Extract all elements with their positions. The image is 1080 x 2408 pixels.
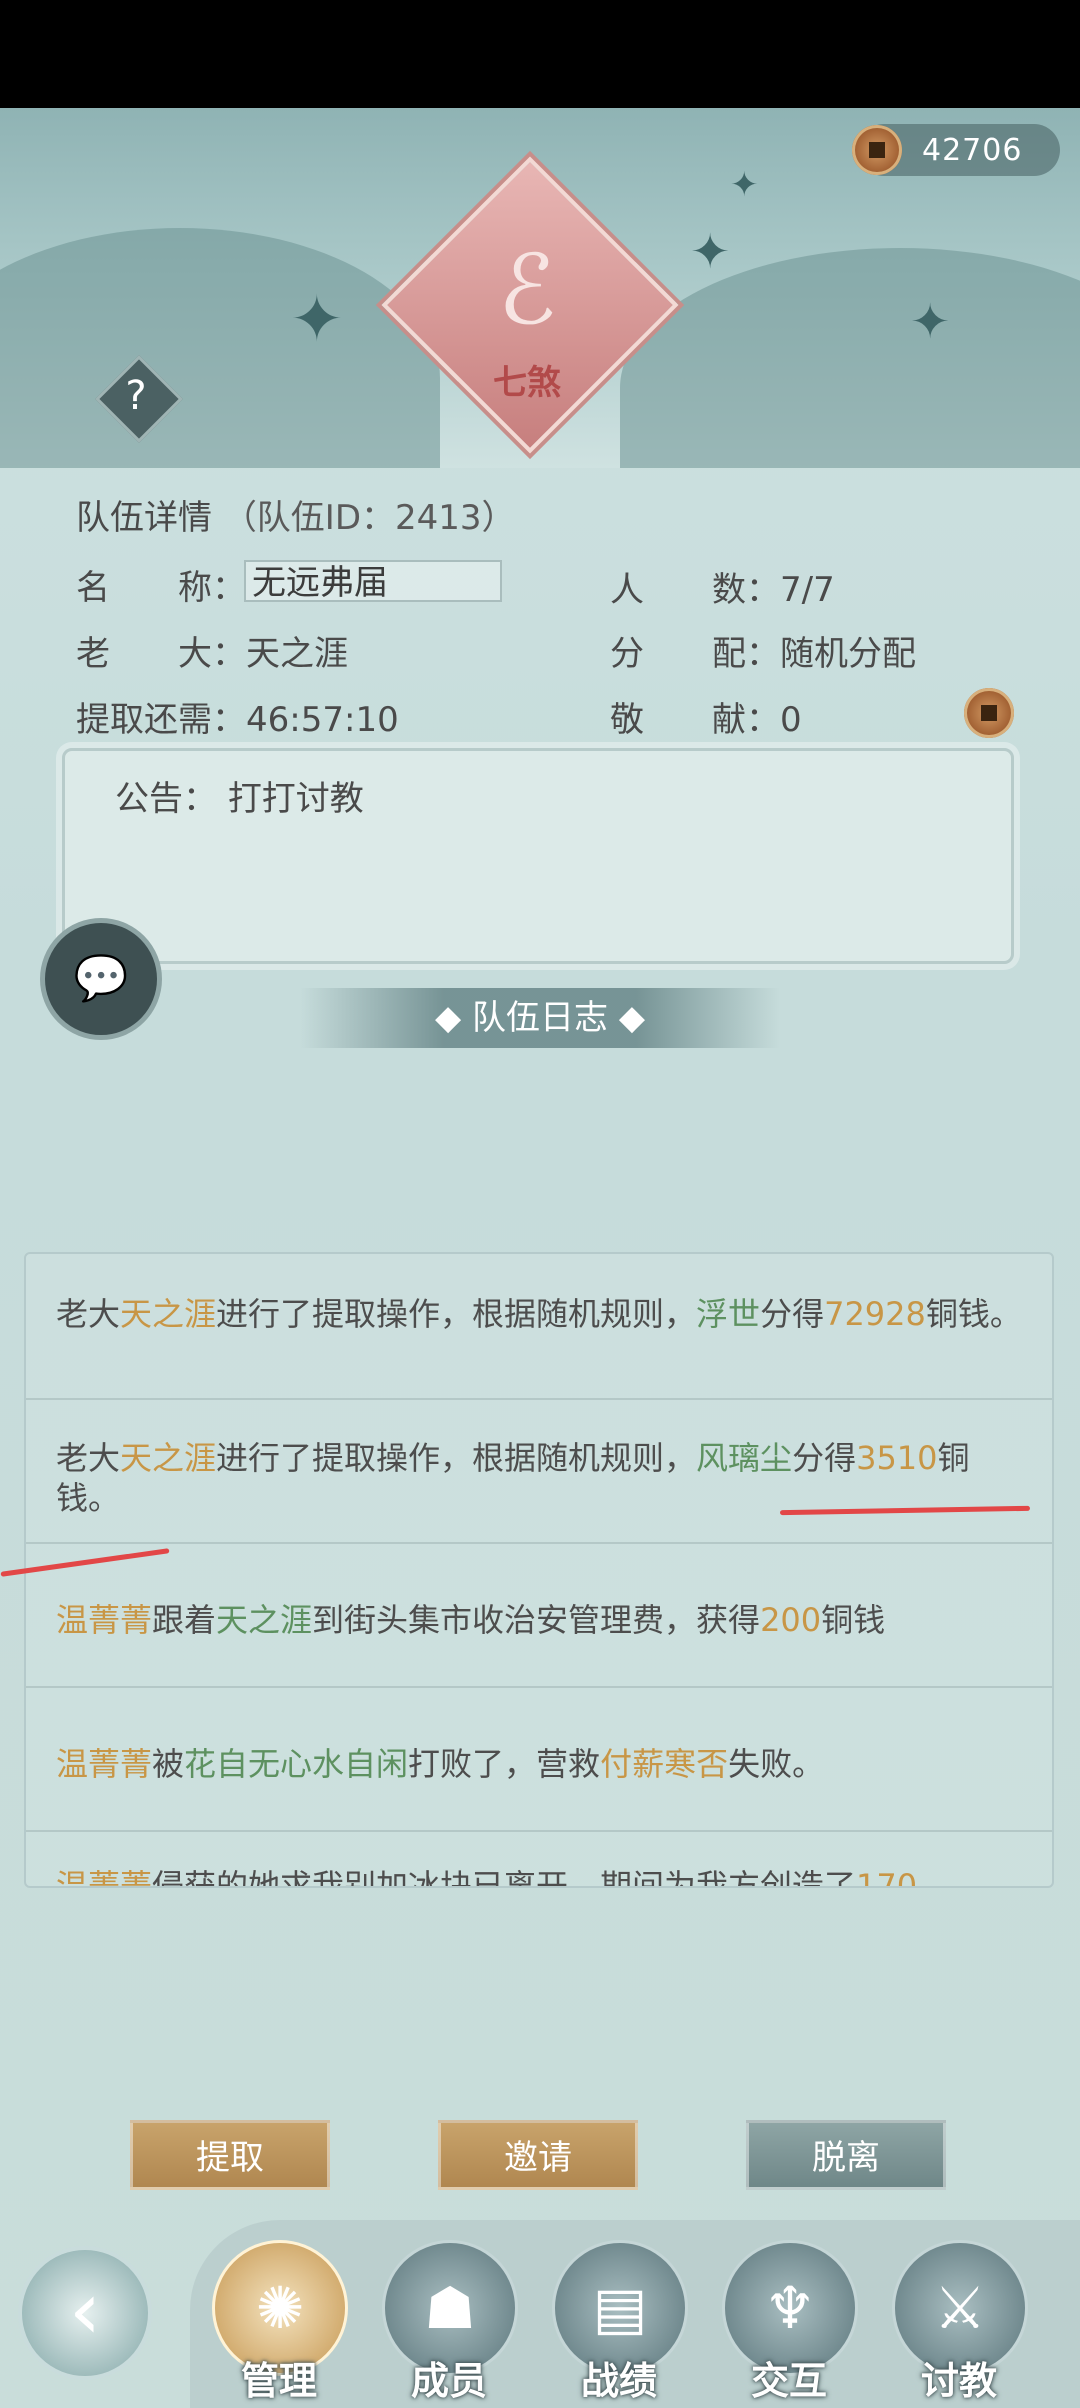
distribution-label: 分 配： (610, 634, 780, 674)
nav-label: 战绩 (580, 2358, 657, 2403)
log-text: 打败了，营救 (408, 1745, 601, 1783)
coin-amount: 3510 (856, 1439, 938, 1477)
distribution-row: 分 配：随机分配 (610, 626, 916, 675)
status-bar (0, 0, 1080, 108)
swallow-icon: ✦ (290, 283, 344, 357)
invite-button[interactable]: 邀请 (438, 2120, 638, 2190)
log-text: 分得 (792, 1439, 857, 1477)
swallow-icon: ✦ (690, 224, 731, 280)
back-arrow-icon: ‹ (69, 2264, 101, 2357)
coin-amount: 170 (856, 1867, 918, 1888)
page-title: 队伍详情 (76, 498, 212, 538)
player-name[interactable]: 温菁菁 (56, 1867, 152, 1886)
log-text: 到街头集市收治安管理费，获得 (312, 1601, 761, 1639)
nav-label: 讨教 (920, 2358, 997, 2403)
emblem-name: 七煞 (493, 363, 561, 403)
announcement-label: 公告： (115, 779, 217, 819)
contribution-row: 敬 献：0 (610, 692, 802, 741)
log-text: 铜钱 (821, 1601, 886, 1639)
swallow-icon: ✦ (910, 294, 951, 350)
log-text: 侵获的她求我别加冰块已离开，期间为我方创造了 (152, 1867, 857, 1888)
name-label: 名 称： (76, 568, 246, 608)
nav-members[interactable]: ☗ 成员 (382, 2240, 518, 2403)
nav-record[interactable]: ▤ 战绩 (552, 2240, 688, 2403)
team-log-header: ◆ 队伍日志 ◆ (300, 988, 780, 1048)
contribute-coin-button[interactable] (964, 688, 1014, 738)
boss-row: 老 大：天之涯 (76, 626, 348, 675)
mountain-left (0, 228, 440, 468)
swallow-icon: ✦ (730, 165, 759, 205)
log-text: 跟着 (152, 1601, 217, 1639)
coin-amount: 200 (760, 1601, 822, 1639)
nav-manage[interactable]: ✺ 管理 (212, 2240, 348, 2403)
chat-button[interactable]: 💬 (40, 918, 162, 1040)
announcement-panel: 公告： 打打讨教 (62, 748, 1014, 964)
nav-label: 成员 (410, 2358, 487, 2403)
player-name[interactable]: 花自无心水自闲 (184, 1745, 408, 1783)
members-row: 人 数：7/7 (610, 562, 835, 611)
boss-value: 天之涯 (246, 634, 348, 674)
contribution-label: 敬 献： (610, 700, 780, 740)
log-entry: 老大天之涯进行了提取操作，根据随机规则，浮世分得72928铜钱。 (56, 1294, 1026, 1334)
log-text: 被 (152, 1745, 185, 1783)
team-id: （队伍ID：2413） (222, 498, 516, 538)
withdraw-label: 提取还需： (76, 700, 246, 740)
question-icon[interactable]: ? (108, 368, 164, 424)
diamond-icon: ◆ (618, 998, 645, 1038)
team-name-field[interactable]: 无远弗届 (244, 560, 502, 603)
log-text: 进行了提取操作，根据随机规则， (216, 1295, 697, 1333)
coin-amount: 72928 (824, 1295, 926, 1333)
divider (26, 1686, 1052, 1688)
log-entry: 温菁菁跟着天之涯到街头集市收治安管理费，获得200铜钱 (56, 1600, 1026, 1640)
members-label: 人 数： (610, 570, 780, 610)
mountain-right (620, 248, 1080, 468)
team-log-list[interactable]: 老大天之涯进行了提取操作，根据随机规则，浮世分得72928铜钱。 老大天之涯进行… (24, 1252, 1054, 1888)
crane-icon: ℰ (497, 234, 557, 346)
log-entry: 老大天之涯进行了提取操作，根据随机规则，风璃尘分得3510铜钱。 (56, 1438, 1026, 1518)
log-text: 失败。 (728, 1745, 825, 1783)
back-button[interactable]: ‹ (18, 2246, 152, 2380)
announcement-content: 打打讨教 (227, 779, 364, 819)
player-name[interactable]: 风璃尘 (696, 1439, 792, 1477)
divider (26, 1398, 1052, 1400)
player-name[interactable]: 温菁菁 (56, 1601, 152, 1639)
contribution-value: 0 (780, 700, 802, 740)
members-value: 7/7 (780, 570, 835, 610)
currency-amount: 42706 (922, 132, 1023, 168)
team-details-title: 队伍详情 （队伍ID：2413） (76, 490, 516, 539)
log-entry: 温菁菁被花自无心水自闲打败了，营救付薪寒否失败。 (56, 1744, 1026, 1784)
player-name[interactable]: 天之涯 (120, 1439, 216, 1477)
log-text: 铜钱。 (925, 1295, 1022, 1333)
nav-interact[interactable]: ♆ 交互 (722, 2240, 858, 2403)
log-text: 老大 (56, 1439, 121, 1477)
boss-label: 老 大： (76, 634, 246, 674)
withdraw-timer: 46:57:10 (246, 700, 399, 740)
withdraw-timer-row: 提取还需：46:57:10 (76, 692, 399, 741)
team-emblem-content: ℰ 七煞 (467, 225, 587, 405)
nav-label: 交互 (750, 2358, 827, 2403)
chat-bubble-icon: 💬 (73, 953, 129, 1004)
currency-display: 42706 (852, 124, 1060, 176)
divider (26, 1542, 1052, 1544)
team-log-title: 队伍日志 (472, 998, 608, 1038)
copper-coin-icon (852, 125, 902, 175)
distribution-value: 随机分配 (780, 634, 916, 674)
log-text: 老大 (56, 1295, 121, 1333)
player-name[interactable]: 天之涯 (120, 1295, 216, 1333)
divider (26, 1830, 1052, 1832)
announcement-text: 公告： 打打讨教 (115, 771, 364, 820)
log-entry: 温菁菁侵获的她求我别加冰块已离开，期间为我方创造了170 (56, 1866, 1026, 1888)
leave-button[interactable]: 脱离 (746, 2120, 946, 2190)
withdraw-button[interactable]: 提取 (130, 2120, 330, 2190)
diamond-icon: ◆ (435, 998, 462, 1038)
nav-challenge[interactable]: ⚔ 讨教 (892, 2240, 1028, 2403)
player-name[interactable]: 付薪寒否 (600, 1745, 728, 1783)
player-name[interactable]: 温菁菁 (56, 1745, 152, 1783)
player-name[interactable]: 天之涯 (216, 1601, 312, 1639)
nav-label: 管理 (240, 2358, 317, 2403)
log-text: 分得 (760, 1295, 825, 1333)
log-text: 进行了提取操作，根据随机规则， (216, 1439, 697, 1477)
player-name[interactable]: 浮世 (696, 1295, 760, 1333)
